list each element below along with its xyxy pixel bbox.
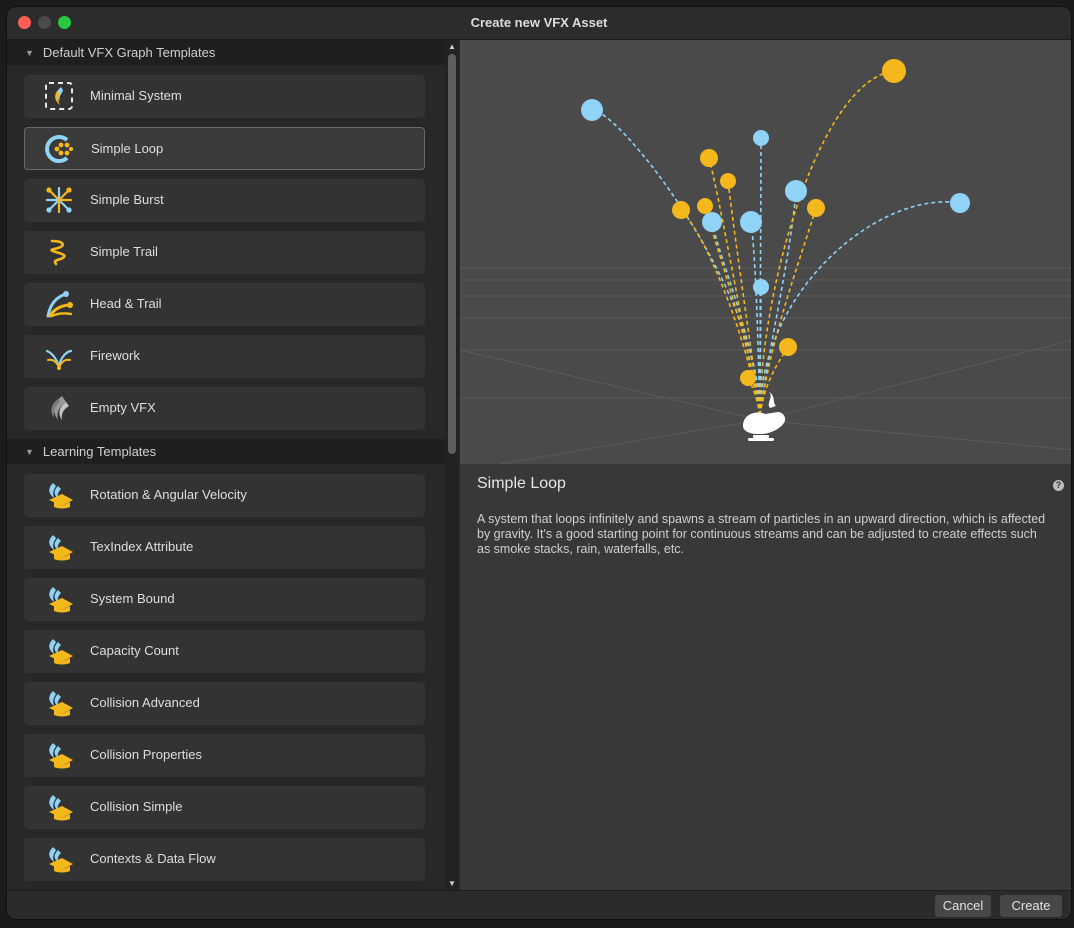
learning-template-icon (49, 483, 73, 509)
scrollbar-thumb[interactable] (448, 54, 456, 454)
learning-template-icon (49, 535, 73, 561)
template-item-collision-properties[interactable]: Collision Properties (24, 734, 425, 777)
template-item-label: Collision Properties (90, 747, 202, 762)
learning-template-icon (49, 795, 73, 821)
empty-vfx-icon (51, 396, 69, 420)
template-item-simple-trail[interactable]: Simple Trail (24, 231, 425, 274)
learning-template-icon (49, 639, 73, 665)
template-item-label: Simple Loop (91, 141, 164, 156)
template-item-label: Capacity Count (90, 643, 179, 658)
template-item-label: Head & Trail (90, 296, 162, 311)
template-detail-panel: Simple Loop ? A system that loops infini… (460, 464, 1071, 890)
help-icon[interactable]: ? (1053, 480, 1064, 491)
learning-template-icon (49, 587, 73, 613)
template-item-simple-loop[interactable]: Simple Loop (24, 127, 425, 170)
template-detail-description: A system that loops infinitely and spawn… (477, 512, 1046, 556)
template-item-minimal-system[interactable]: Minimal System (24, 75, 425, 118)
minimal-system-icon (45, 82, 73, 110)
simple-loop-icon (45, 135, 73, 163)
template-item-label: Empty VFX (90, 400, 156, 415)
template-item-label: System Bound (90, 591, 175, 606)
title-bar: Create new VFX Asset (7, 7, 1071, 40)
template-item-texindex-attribute[interactable]: TexIndex Attribute (24, 526, 425, 569)
window-title: Create new VFX Asset (470, 15, 608, 30)
collapse-triangle-icon: ▼ (25, 447, 34, 457)
template-item-label: Contexts & Data Flow (90, 851, 216, 866)
collapse-triangle-icon: ▼ (25, 48, 34, 58)
template-item-collision-advanced[interactable]: Collision Advanced (24, 682, 425, 725)
template-item-head-trail[interactable]: Head & Trail (24, 283, 425, 326)
template-detail-title: Simple Loop (477, 475, 566, 492)
template-item-simple-burst[interactable]: Simple Burst (24, 179, 425, 222)
template-item-label: Simple Trail (90, 244, 158, 259)
learning-template-icon (49, 691, 73, 717)
section-header-default-templates[interactable]: ▼ Default VFX Graph Templates (7, 40, 445, 65)
template-item-capacity-count[interactable]: Capacity Count (24, 630, 425, 673)
section-header-label: Default VFX Graph Templates (42, 45, 216, 60)
firework-icon (45, 349, 73, 370)
template-item-empty-vfx[interactable]: Empty VFX (24, 387, 425, 430)
template-item-label: Simple Burst (90, 192, 164, 207)
template-item-label: Firework (90, 348, 140, 363)
template-item-system-bound[interactable]: System Bound (24, 578, 425, 621)
template-item-label: Collision Advanced (90, 695, 200, 710)
learning-template-icon (49, 847, 73, 873)
template-item-label: Rotation & Angular Velocity (90, 487, 247, 502)
template-item-rotation-angular-velocity[interactable]: Rotation & Angular Velocity (24, 474, 425, 517)
template-item-label: Collision Simple (90, 799, 183, 814)
scroll-down-arrow-icon[interactable]: ▼ (448, 879, 456, 888)
simple-burst-icon (45, 186, 73, 214)
template-list-scrollbar[interactable]: ▲ ▼ (445, 40, 459, 890)
template-preview (460, 40, 1071, 464)
simple-trail-icon (50, 239, 66, 266)
head-trail-icon (46, 291, 73, 318)
dialog-footer: Cancel Create (7, 890, 1071, 919)
template-item-firework[interactable]: Firework (24, 335, 425, 378)
create-button[interactable]: Create (1000, 895, 1062, 917)
template-item-label: TexIndex Attribute (90, 539, 194, 554)
template-item-contexts-data-flow[interactable]: Contexts & Data Flow (24, 838, 425, 881)
template-item-collision-simple[interactable]: Collision Simple (24, 786, 425, 829)
learning-template-icon (49, 743, 73, 769)
template-list: ▼ Default VFX Graph Templates Minimal Sys… (7, 40, 445, 890)
template-item-label: Minimal System (90, 88, 182, 103)
section-header-learning-templates[interactable]: ▼ Learning Templates (7, 439, 445, 464)
scroll-up-arrow-icon[interactable]: ▲ (448, 42, 456, 51)
simple-loop-preview-image (460, 40, 1071, 464)
dialog-window: Create new VFX Asset ▼ Default VFX Graph … (6, 6, 1072, 920)
cancel-button[interactable]: Cancel (935, 895, 991, 917)
section-header-label: Learning Templates (42, 444, 157, 459)
